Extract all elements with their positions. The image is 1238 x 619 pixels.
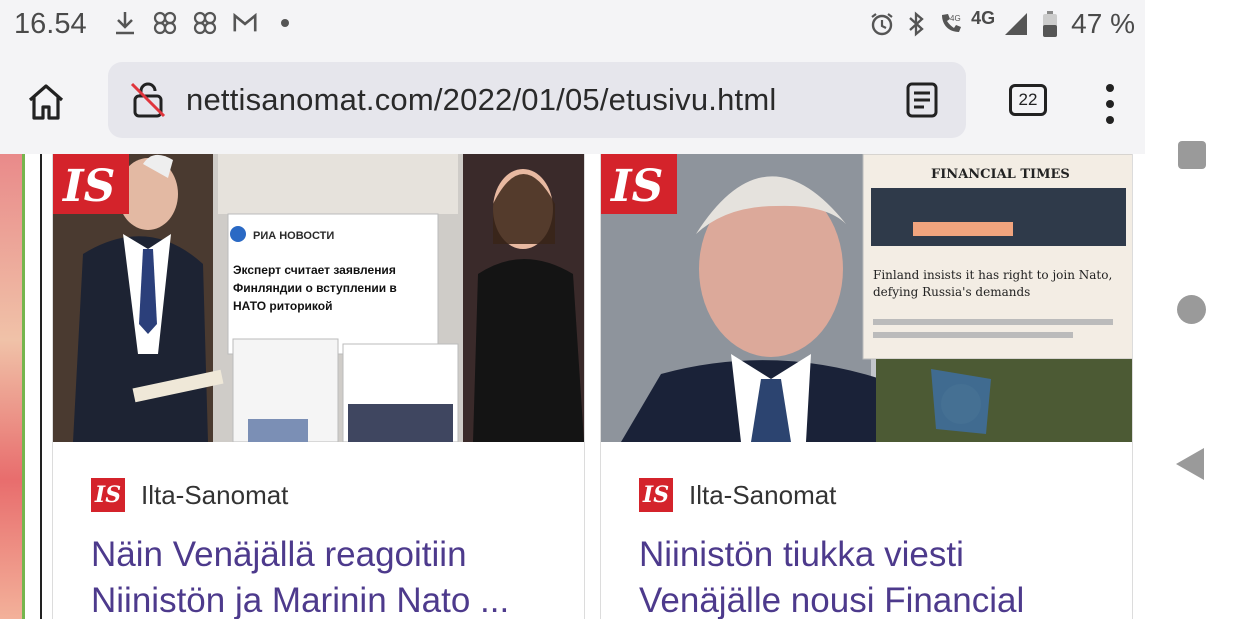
notification-icons <box>112 10 298 36</box>
news-card[interactable]: РИА НОВОСТИ Эксперт считает заявления Фи… <box>52 154 585 619</box>
news-card[interactable]: FINANCIAL TIMES Finland insists it has r… <box>600 154 1133 619</box>
home-nav-button[interactable] <box>1177 295 1206 324</box>
back-button[interactable] <box>1176 448 1204 480</box>
reader-mode-icon[interactable] <box>902 80 942 120</box>
divider <box>40 154 42 619</box>
ft-headline-1: Finland insists it has right to join Nat… <box>873 268 1112 282</box>
home-icon <box>28 84 64 120</box>
insecure-lock-icon[interactable] <box>128 80 168 120</box>
divider <box>22 154 25 619</box>
dot-icon <box>272 10 298 36</box>
battery-icon <box>1037 11 1063 37</box>
ilta-sanomat-logo: IS <box>91 478 125 512</box>
article-image[interactable]: FINANCIAL TIMES Finland insists it has r… <box>601 154 1132 442</box>
recents-button[interactable] <box>1178 141 1206 169</box>
source-row: IS Ilta-Sanomat <box>639 478 836 512</box>
overflow-menu-icon[interactable] <box>1098 82 1122 126</box>
source-row: IS Ilta-Sanomat <box>91 478 288 512</box>
browser-toolbar: nettisanomat.com/2022/01/05/etusivu.html… <box>0 52 1145 154</box>
call-icon: 4G <box>937 11 963 37</box>
home-button[interactable] <box>22 78 70 126</box>
expert-headline-3: НАТО риторикой <box>233 299 332 313</box>
source-name: Ilta-Sanomat <box>689 479 837 510</box>
address-bar[interactable]: nettisanomat.com/2022/01/05/etusivu.html <box>108 62 966 138</box>
signal-icon <box>1003 11 1029 37</box>
gmail-icon <box>232 10 258 36</box>
system-icons: 4G 4G 47 % <box>869 8 1135 40</box>
network-type: 4G <box>971 7 996 28</box>
is-badge-text: IS <box>61 161 115 212</box>
bluetooth-icon <box>903 11 929 37</box>
ft-headline-2: defying Russia's demands <box>873 285 1030 299</box>
left-edge-strip <box>0 154 22 619</box>
article-headline[interactable]: Näin Venäjällä reagoitiin Niinistön ja M… <box>91 532 561 619</box>
ilta-sanomat-logo: IS <box>639 478 673 512</box>
battery-percent: 47 % <box>1071 8 1135 39</box>
article-headline[interactable]: Niinistön tiukka viesti Venäjälle nousi … <box>639 532 1109 619</box>
article-image[interactable]: РИА НОВОСТИ Эксперт считает заявления Фи… <box>53 154 584 442</box>
is-badge-text: IS <box>609 161 663 212</box>
ria-logo-icon <box>230 226 246 242</box>
status-bar: 16.54 4G 4G 47 % <box>0 0 1145 52</box>
expert-headline-1: Эксперт считает заявления <box>233 263 396 277</box>
ft-title: FINANCIAL TIMES <box>931 167 1070 182</box>
clock: 16.54 <box>14 8 87 40</box>
source-name: Ilta-Sanomat <box>141 479 289 510</box>
download-icon <box>112 10 138 36</box>
ria-label: РИА НОВОСТИ <box>253 230 334 242</box>
svg-text:4G: 4G <box>950 14 961 23</box>
pinwheel-icon <box>152 10 178 36</box>
tab-counter-button[interactable]: 22 <box>1009 84 1047 116</box>
expert-headline-2: Финляндии о вступлении в <box>233 281 397 295</box>
pinwheel-icon <box>192 10 218 36</box>
url-text[interactable]: nettisanomat.com/2022/01/05/etusivu.html <box>186 82 776 118</box>
alarm-icon <box>869 11 895 37</box>
page-content: РИА НОВОСТИ Эксперт считает заявления Фи… <box>0 154 1145 619</box>
